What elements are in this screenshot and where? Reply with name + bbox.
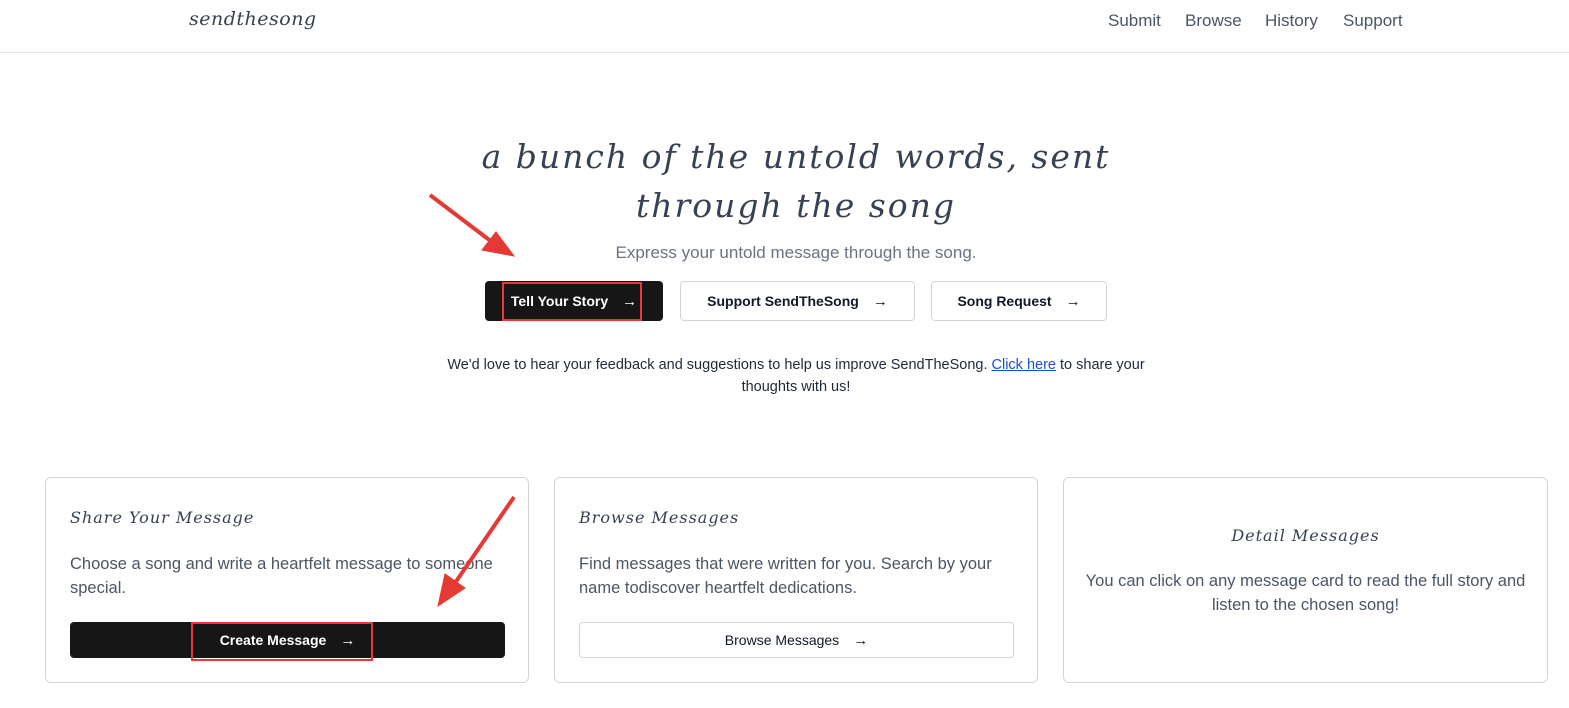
song-request-label: Song Request <box>957 293 1052 309</box>
arrow-right-icon: → <box>1065 292 1081 310</box>
hero-title: a bunch of the untold words, sent throug… <box>440 132 1152 230</box>
site-logo[interactable]: sendthesong <box>189 8 317 30</box>
browse-messages-button[interactable]: Browse Messages → <box>579 622 1014 658</box>
song-request-button[interactable]: Song Request → <box>931 281 1107 321</box>
hero-subtitle: Express your untold message through the … <box>615 243 977 262</box>
hero-title-line-2: through the song <box>636 186 956 225</box>
tell-your-story-button[interactable]: Tell Your Story → <box>485 281 663 321</box>
hero-title-line-1: a bunch of the untold words, sent <box>481 137 1111 176</box>
arrow-right-icon: → <box>340 631 356 649</box>
tell-your-story-label: Tell Your Story <box>510 293 609 309</box>
feedback-text-before: We'd love to hear your feedback and sugg… <box>447 357 992 373</box>
arrow-right-icon: → <box>872 292 888 310</box>
share-message-card: Share Your Message Choose a song and wri… <box>45 477 529 683</box>
feedback-text: We'd love to hear your feedback and sugg… <box>440 354 1152 398</box>
nav-history[interactable]: History <box>1265 11 1318 31</box>
card-description: Find messages that were written for you.… <box>579 555 992 597</box>
arrow-right-icon: → <box>622 292 638 310</box>
nav-browse[interactable]: Browse <box>1185 11 1242 31</box>
top-navigation-bar: sendthesong Submit Browse History Suppor… <box>0 0 1569 53</box>
support-sendthesong-label: Support SendTheSong <box>707 293 859 309</box>
card-title: Share Your Message <box>70 508 255 527</box>
card-title: Detail Messages <box>1231 526 1380 545</box>
create-message-button[interactable]: Create Message → <box>70 622 505 658</box>
feedback-link[interactable]: Click here <box>992 357 1056 373</box>
arrow-right-icon: → <box>853 631 869 649</box>
card-title: Browse Messages <box>579 508 740 527</box>
nav-submit[interactable]: Submit <box>1108 11 1161 31</box>
nav-support[interactable]: Support <box>1343 11 1403 31</box>
card-description: You can click on any message card to rea… <box>1085 572 1526 614</box>
support-sendthesong-button[interactable]: Support SendTheSong → <box>680 281 915 321</box>
create-message-label: Create Message <box>219 632 327 648</box>
detail-messages-card: Detail Messages You can click on any mes… <box>1063 477 1548 683</box>
browse-messages-label: Browse Messages <box>724 632 840 648</box>
browse-messages-card: Browse Messages Find messages that were … <box>554 477 1038 683</box>
card-description: Choose a song and write a heartfelt mess… <box>70 555 493 597</box>
